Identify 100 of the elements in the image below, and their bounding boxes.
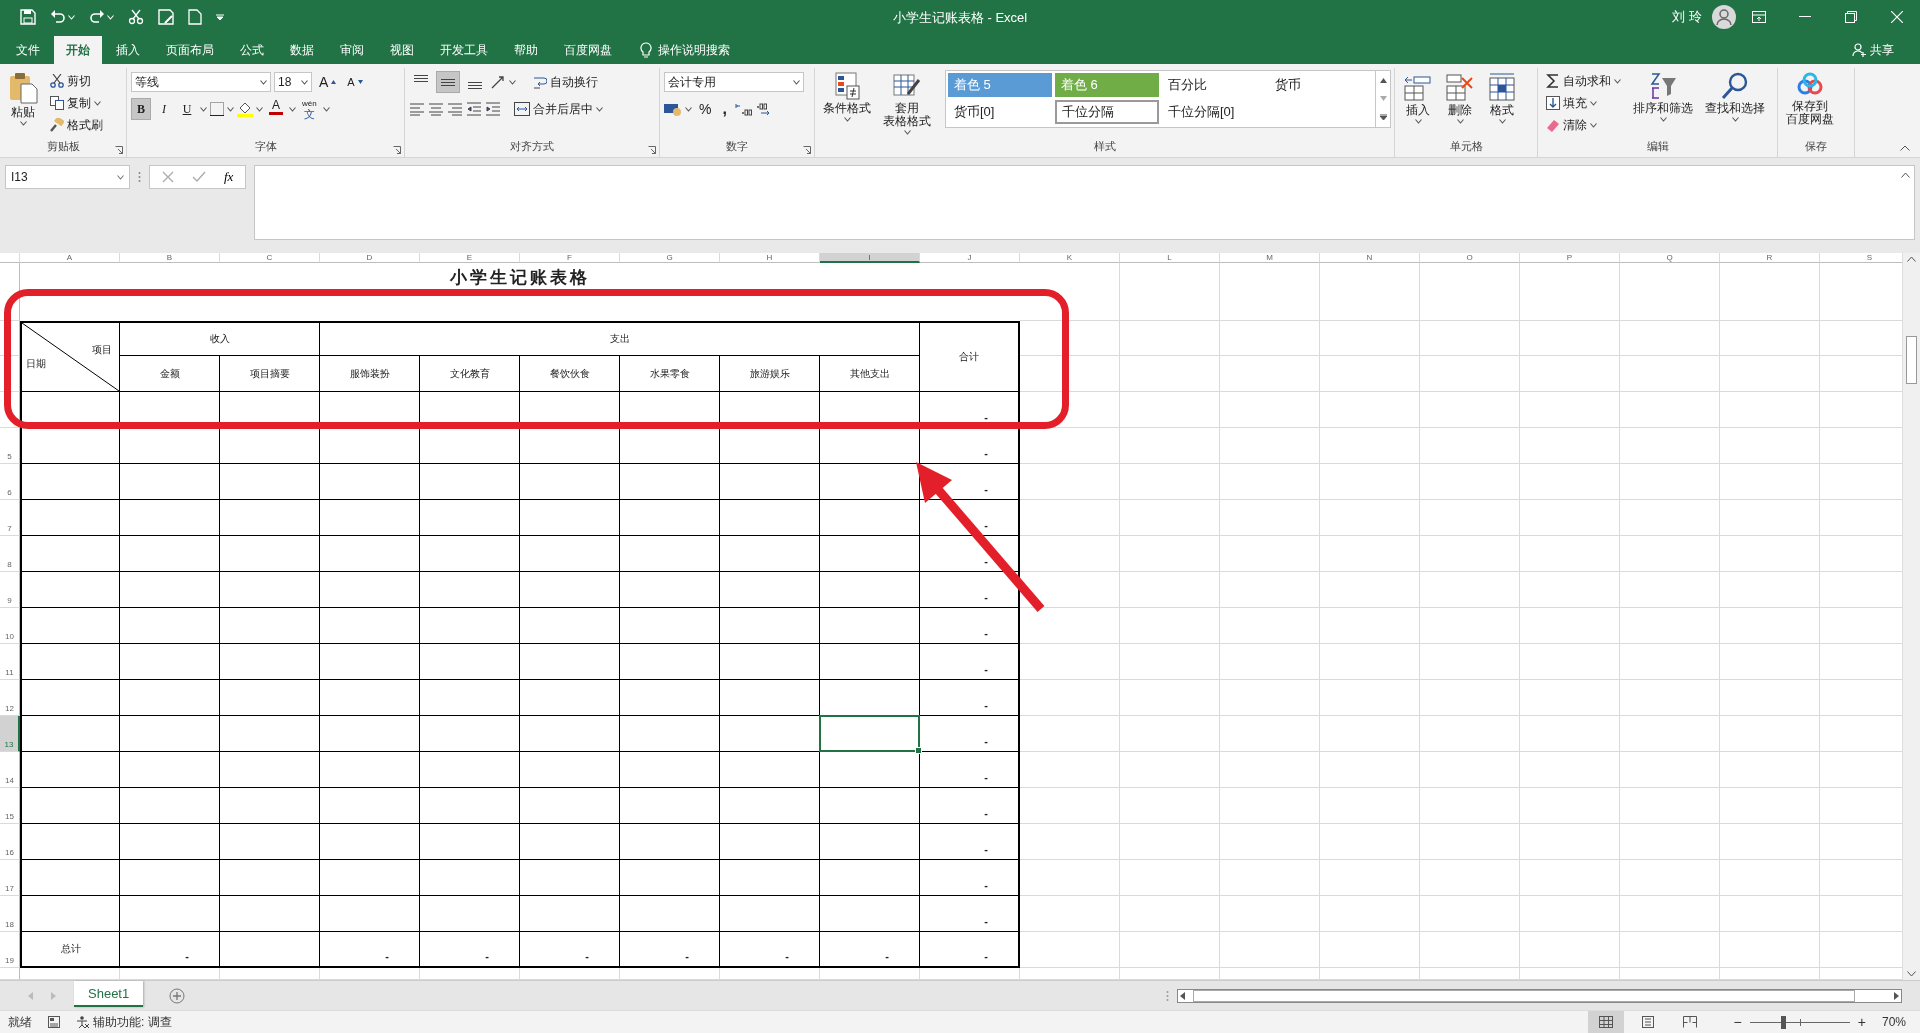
caret-icon[interactable] <box>1590 122 1597 128</box>
comma-button[interactable]: , <box>718 98 731 120</box>
phonetic-button[interactable]: wén 文 <box>299 98 320 120</box>
sort-filter-button[interactable]: 排序和筛选 <box>1629 70 1697 124</box>
row-header[interactable]: 11 <box>0 644 20 680</box>
dialog-launcher-icon[interactable] <box>393 146 401 154</box>
scroll-left-icon[interactable] <box>1180 991 1185 1000</box>
menu-tab[interactable]: 审阅 <box>328 36 376 64</box>
formula-input[interactable] <box>254 165 1915 240</box>
menu-tab[interactable]: 公式 <box>228 36 276 64</box>
caret-icon[interactable] <box>256 106 263 112</box>
column-header[interactable]: F <box>520 253 620 263</box>
normal-view-button[interactable] <box>1587 1011 1624 1033</box>
column-header[interactable]: G <box>620 253 720 263</box>
restore-icon[interactable] <box>1845 11 1857 23</box>
close-icon[interactable] <box>1891 11 1903 23</box>
avatar-icon[interactable] <box>1712 5 1736 29</box>
column-header[interactable]: I <box>820 253 920 263</box>
format-button[interactable]: 格式 <box>1483 70 1521 126</box>
row-header[interactable]: 13 <box>0 716 20 752</box>
row-header[interactable]: 12 <box>0 680 20 716</box>
caret-icon[interactable] <box>843 117 851 122</box>
menu-tab[interactable]: 开发工具 <box>428 36 500 64</box>
caret-icon[interactable] <box>596 106 603 112</box>
middle-align-button[interactable] <box>436 71 460 93</box>
cut-button[interactable]: 剪切 <box>46 70 107 92</box>
row-header[interactable]: 6 <box>0 464 20 500</box>
customize-icon[interactable] <box>216 13 224 21</box>
currency-icon[interactable] <box>664 102 682 116</box>
delete-button[interactable]: 删除 <box>1441 70 1479 126</box>
selected-cell[interactable] <box>819 715 920 752</box>
column-header[interactable]: M <box>1220 253 1320 263</box>
caret-icon[interactable] <box>509 79 516 85</box>
number-format-field[interactable]: 会计专用 <box>664 72 804 92</box>
autosum-button[interactable]: 自动求和 <box>1542 70 1625 92</box>
caret-icon[interactable] <box>94 100 101 106</box>
insert-function-button[interactable]: fx <box>224 169 234 185</box>
percent-button[interactable]: % <box>695 98 716 120</box>
share-button[interactable]: 共享 <box>1846 36 1900 64</box>
shrink-font-button[interactable]: A <box>343 71 367 93</box>
caret-icon[interactable] <box>1731 117 1739 122</box>
orientation-icon[interactable] <box>490 74 506 90</box>
row-header[interactable]: 17 <box>0 860 20 896</box>
column-header[interactable]: K <box>1020 253 1120 263</box>
row-header[interactable]: 18 <box>0 896 20 932</box>
column-header[interactable]: Q <box>1620 253 1720 263</box>
save-icon[interactable] <box>20 9 36 25</box>
fill-button[interactable]: 填充 <box>1542 92 1625 114</box>
undo-icon[interactable] <box>50 9 66 25</box>
zoom-in-button[interactable]: + <box>1855 1014 1868 1030</box>
dialog-launcher-icon[interactable] <box>803 146 811 154</box>
column-header[interactable]: R <box>1720 253 1820 263</box>
more-icon[interactable] <box>1379 114 1387 121</box>
zoom-out-button[interactable]: − <box>1731 1014 1744 1030</box>
caret-icon[interactable] <box>1590 100 1597 106</box>
column-header[interactable]: J <box>920 253 1020 263</box>
caret-icon[interactable] <box>1659 117 1667 122</box>
lightbulb-icon[interactable] <box>640 42 652 58</box>
column-header[interactable]: P <box>1520 253 1620 263</box>
scroll-up-icon[interactable] <box>1379 77 1387 83</box>
wrap-text-button[interactable]: 自动换行 <box>529 71 602 93</box>
add-sheet-icon[interactable] <box>169 987 186 1004</box>
zoom-slider-thumb[interactable] <box>1780 1015 1786 1029</box>
accessibility-status[interactable]: 辅助功能: 调查 <box>76 1013 172 1031</box>
new-document-icon[interactable] <box>188 9 202 25</box>
font-name-field[interactable]: 等线 <box>131 72 271 92</box>
increase-decimal-icon[interactable] <box>733 102 752 116</box>
menu-tab[interactable]: 百度网盘 <box>552 36 624 64</box>
grow-font-button[interactable]: A <box>315 71 341 93</box>
caret-icon[interactable] <box>227 106 234 112</box>
row-header[interactable]: 10 <box>0 608 20 644</box>
caret-icon[interactable] <box>260 79 267 85</box>
increase-indent-icon[interactable] <box>485 102 501 116</box>
scrollbar-thumb[interactable] <box>1193 989 1855 1002</box>
column-header[interactable]: S <box>1820 253 1902 263</box>
italic-button[interactable]: I <box>154 98 174 120</box>
column-header[interactable]: O <box>1420 253 1520 263</box>
clear-button[interactable]: 清除 <box>1542 114 1625 136</box>
row-header[interactable]: 7 <box>0 500 20 536</box>
caret-icon[interactable] <box>1498 119 1506 124</box>
column-header[interactable]: E <box>420 253 520 263</box>
menu-tab[interactable]: 文件 <box>4 36 52 64</box>
menu-tab[interactable]: 插入 <box>104 36 152 64</box>
column-header[interactable]: L <box>1120 253 1220 263</box>
collapse-ribbon-icon[interactable] <box>1900 145 1910 151</box>
row-header[interactable]: 14 <box>0 752 20 788</box>
copy-button[interactable]: 复制 <box>46 92 107 114</box>
macro-record-icon[interactable] <box>48 1016 60 1028</box>
cell-style[interactable]: 千位分隔 <box>1055 100 1159 124</box>
scroll-down-icon[interactable] <box>1907 971 1916 977</box>
collapse-formula-icon[interactable] <box>1901 172 1910 178</box>
caret-icon[interactable] <box>1614 78 1621 84</box>
column-header[interactable]: H <box>720 253 820 263</box>
caret-icon[interactable] <box>1456 119 1464 124</box>
cell-style[interactable]: 货币 <box>1269 73 1373 97</box>
bold-button[interactable]: B <box>131 98 151 120</box>
column-header[interactable]: A <box>20 253 120 263</box>
caret-icon[interactable] <box>685 106 692 112</box>
decrease-indent-icon[interactable] <box>466 102 482 116</box>
row-header[interactable]: 8 <box>0 536 20 572</box>
